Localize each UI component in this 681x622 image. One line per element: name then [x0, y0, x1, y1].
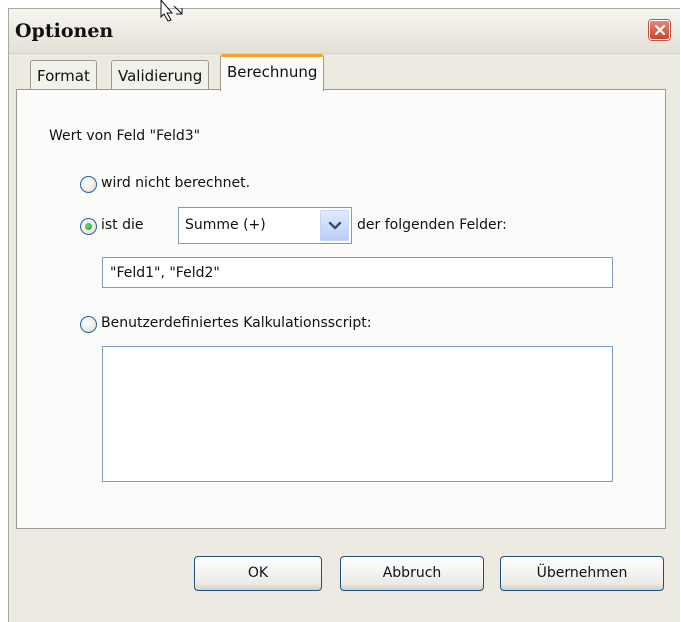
- tab-format[interactable]: Format: [30, 60, 97, 90]
- tab-berechnung-label: Berechnung: [227, 63, 318, 81]
- radio-sum-label-prefix: ist die: [101, 217, 144, 233]
- tab-format-label: Format: [37, 67, 90, 85]
- field-caption: Wert von Feld "Feld3": [49, 128, 201, 144]
- radio-sum-of-fields[interactable]: [80, 218, 97, 235]
- radio-custom-script-label: Benutzerdefiniertes Kalkulationsscript:: [101, 315, 372, 331]
- tab-validierung[interactable]: Validierung: [111, 60, 210, 90]
- radio-not-calculated-label: wird nicht berechnet.: [101, 175, 251, 191]
- close-button[interactable]: [649, 20, 670, 40]
- radio-not-calculated[interactable]: [80, 176, 97, 193]
- tab-validierung-label: Validierung: [118, 67, 203, 85]
- radio-selected-dot: [85, 223, 92, 230]
- operation-dropdown-button[interactable]: [320, 210, 349, 241]
- ok-button[interactable]: OK: [194, 556, 322, 591]
- title-bar[interactable]: Optionen: [9, 9, 680, 54]
- dialog-title: Optionen: [15, 20, 114, 42]
- apply-button[interactable]: Übernehmen: [500, 556, 664, 591]
- chevron-down-icon: [328, 221, 342, 230]
- operation-select-value: Summe (+): [185, 217, 266, 233]
- tab-berechnung[interactable]: Berechnung: [220, 54, 325, 91]
- script-textarea[interactable]: [102, 346, 613, 482]
- mouse-cursor-icon: [160, 0, 183, 22]
- fields-input-value: "Feld1", "Feld2": [110, 265, 220, 281]
- cancel-button[interactable]: Abbruch: [340, 556, 484, 591]
- radio-custom-script[interactable]: [80, 316, 97, 333]
- radio-sum-label-suffix: der folgenden Felder:: [357, 217, 507, 233]
- close-icon: [654, 24, 666, 36]
- fields-input[interactable]: "Feld1", "Feld2": [102, 257, 613, 288]
- operation-select[interactable]: Summe (+): [178, 207, 352, 244]
